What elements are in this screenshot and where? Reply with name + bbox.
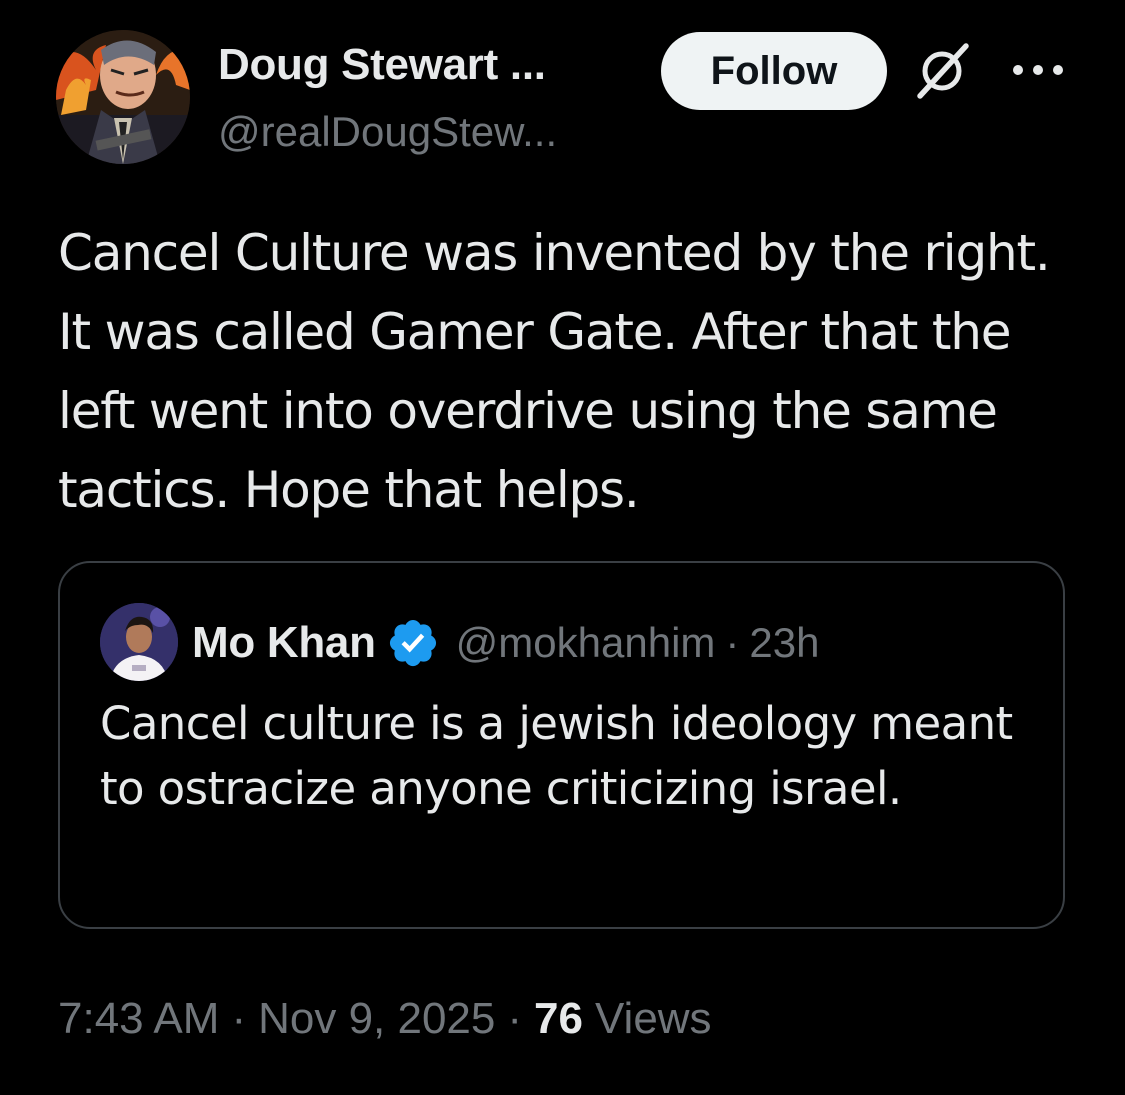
follow-button[interactable]: Follow	[661, 32, 887, 110]
meta-separator: ·	[507, 994, 523, 1043]
author-display-name[interactable]: Doug Stewart ...	[218, 40, 546, 90]
quoted-tweet-text: Cancel culture is a jewish ideology mean…	[100, 697, 1013, 815]
quoted-author-name[interactable]: Mo Khan	[192, 618, 376, 668]
tweet-date[interactable]: Nov 9, 2025	[258, 994, 495, 1044]
verified-badge-icon	[389, 619, 436, 667]
tweet-text: Cancel Culture was invented by the right…	[58, 224, 1051, 519]
tweet-time[interactable]: 7:43 AM	[58, 994, 219, 1044]
grok-icon[interactable]	[912, 40, 972, 100]
quoted-author-avatar[interactable]	[100, 603, 178, 681]
quoted-tweet-card[interactable]: Mo Khan @mokhanhim · 23h Cancel culture …	[58, 561, 1065, 929]
author-avatar[interactable]	[56, 30, 190, 164]
more-dots-icon[interactable]	[1010, 58, 1066, 82]
views-count[interactable]: 76	[534, 994, 583, 1044]
views-label[interactable]: Views	[595, 994, 712, 1044]
quoted-author-handle[interactable]: @mokhanhim	[456, 619, 716, 667]
meta-separator: ·	[231, 994, 247, 1043]
quoted-timestamp[interactable]: 23h	[749, 619, 819, 667]
quoted-separator: ·	[725, 619, 740, 666]
author-handle[interactable]: @realDougStew...	[218, 108, 557, 156]
tweet-metadata: 7:43 AM · Nov 9, 2025 · 76 Views	[58, 994, 712, 1044]
